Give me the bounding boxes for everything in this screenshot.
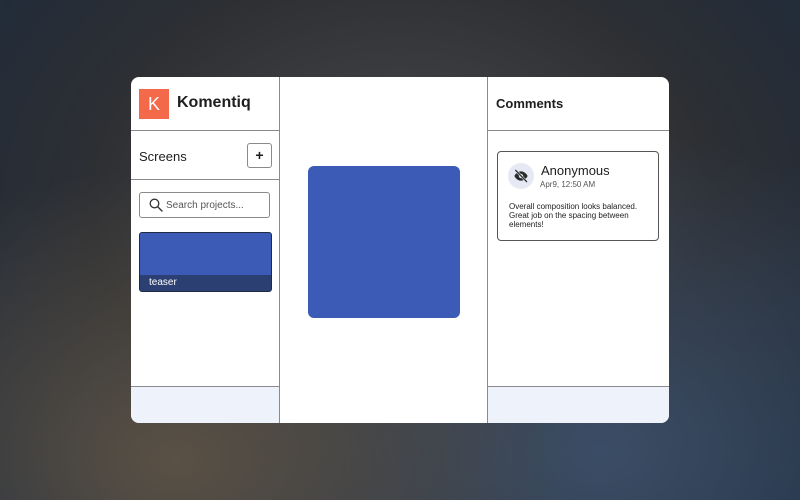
- search-icon: [149, 198, 163, 212]
- comment-card[interactable]: Anonymous Apr9, 12:50 AM Overall composi…: [497, 151, 659, 241]
- design-canvas[interactable]: [280, 77, 488, 423]
- comment-author: Anonymous: [541, 163, 610, 178]
- comments-title: Comments: [496, 96, 564, 111]
- search-input[interactable]: [166, 197, 266, 213]
- add-screen-button[interactable]: +: [247, 143, 272, 168]
- comments-header: Comments: [488, 77, 669, 131]
- comments-footer: [488, 386, 669, 423]
- app-logo[interactable]: K: [139, 89, 169, 119]
- app-name: Komentiq: [177, 94, 251, 111]
- sidebar-footer: [131, 386, 279, 423]
- screen-thumbnail-label: teaser: [140, 275, 271, 291]
- screens-sidebar: K Komentiq Screens + teaser: [131, 77, 280, 423]
- comment-text: Overall composition looks balanced. Grea…: [509, 202, 638, 229]
- screens-title: Screens: [139, 149, 187, 164]
- comment-timestamp: Apr9, 12:50 AM: [540, 180, 596, 189]
- screen-thumbnail-teaser[interactable]: teaser: [139, 232, 272, 292]
- app-window: K Komentiq Screens + teaser Comments: [131, 77, 669, 423]
- brand-header: K Komentiq: [131, 77, 279, 131]
- search-box[interactable]: [139, 192, 270, 218]
- eye-off-icon: [514, 169, 528, 183]
- comments-panel: Comments Anonymous Apr9, 12:50 AM Overal…: [488, 77, 669, 423]
- avatar: [508, 163, 534, 189]
- screens-header: Screens +: [131, 131, 279, 180]
- canvas-shape[interactable]: [308, 166, 460, 318]
